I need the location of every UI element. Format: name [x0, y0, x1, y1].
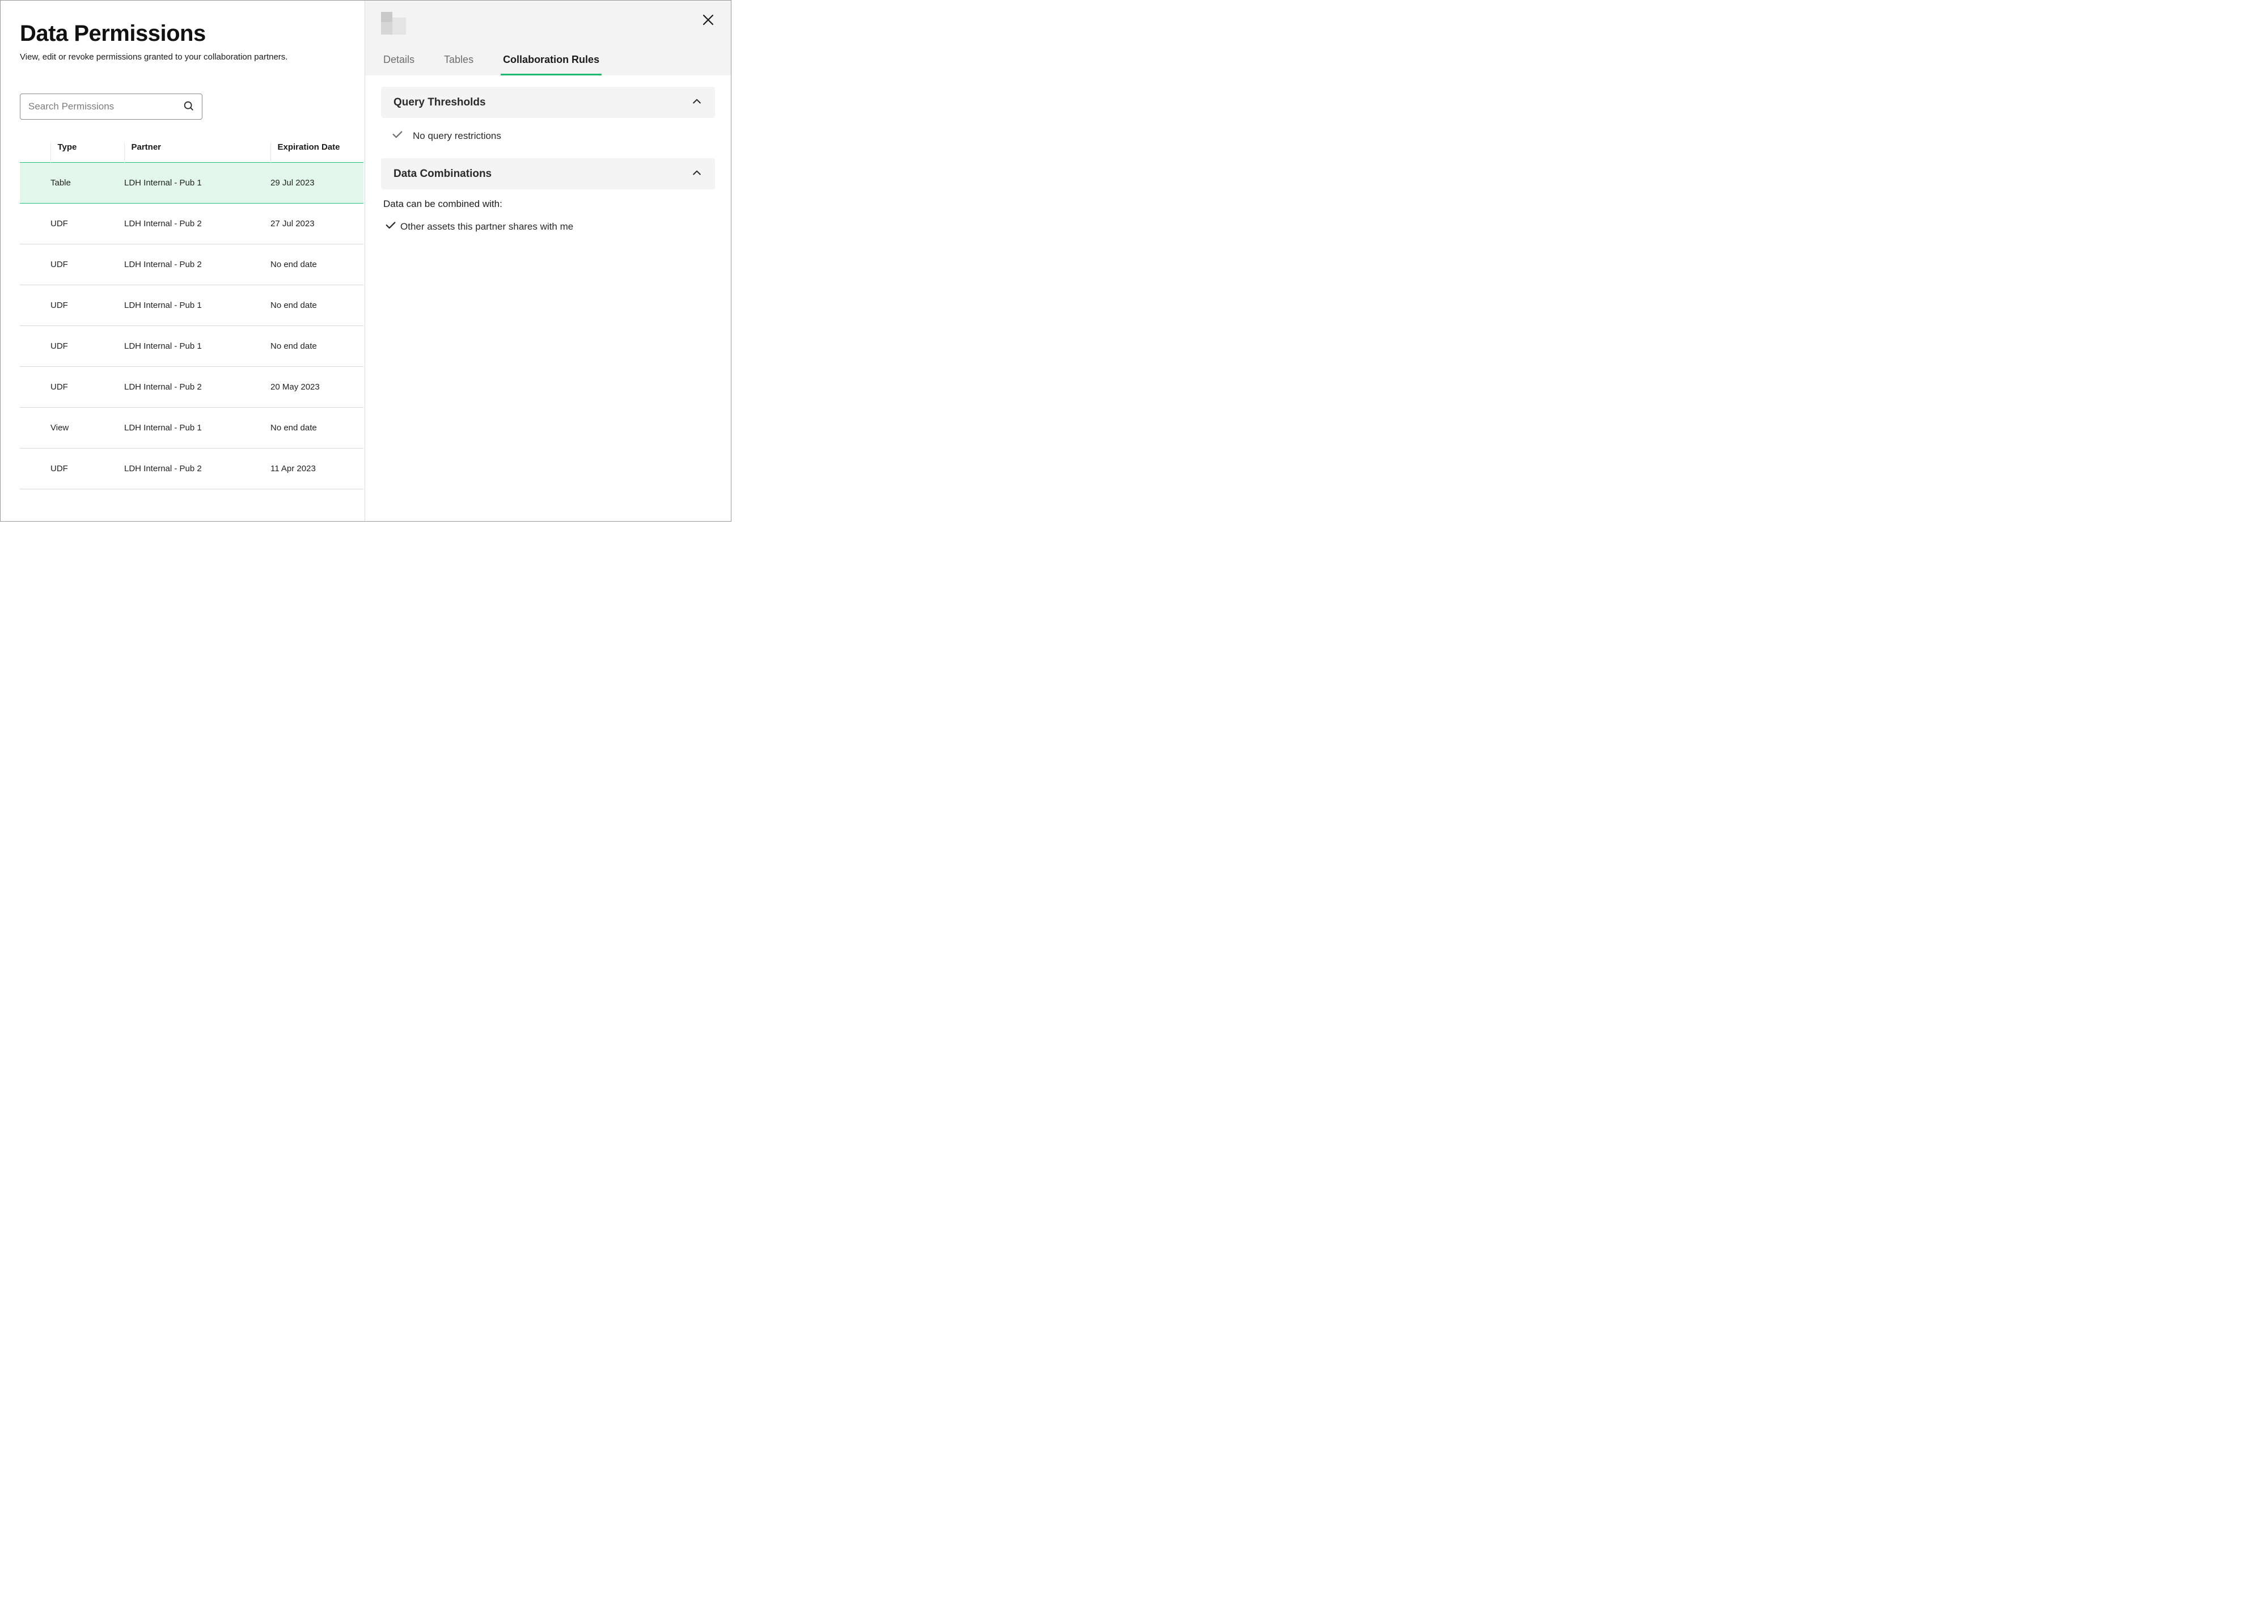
cell-partner: LDH Internal - Pub 2	[124, 204, 270, 244]
chevron-up-icon	[691, 96, 703, 109]
search-input[interactable]	[27, 100, 183, 113]
table-row[interactable]: UDFLDH Internal - Pub 227 Jul 2023	[20, 204, 363, 244]
cell-partner: LDH Internal - Pub 2	[124, 449, 270, 489]
cell-partner: LDH Internal - Pub 1	[124, 408, 270, 449]
cell-type: UDF	[50, 204, 124, 244]
permissions-pane: Data Permissions View, edit or revoke pe…	[1, 1, 365, 521]
permissions-table: Type Partner Expiration Date TableLDH In…	[20, 142, 363, 489]
panel-body: Query Thresholds No query restrictions	[365, 75, 731, 521]
cell-type: UDF	[50, 285, 124, 326]
column-header-partner[interactable]: Partner	[124, 142, 270, 163]
section-header-query-thresholds[interactable]: Query Thresholds	[381, 87, 715, 118]
cell-expiration: 20 May 2023	[270, 367, 363, 408]
asset-thumbnail	[381, 12, 406, 35]
table-row[interactable]: TableLDH Internal - Pub 129 Jul 2023	[20, 163, 363, 204]
cell-type: UDF	[50, 367, 124, 408]
check-icon	[384, 219, 397, 234]
tab-tables[interactable]: Tables	[442, 46, 476, 75]
cell-type: Table	[50, 163, 124, 204]
cell-partner: LDH Internal - Pub 2	[124, 244, 270, 285]
section-content-query-thresholds: No query restrictions	[388, 128, 715, 143]
tab-details[interactable]: Details	[381, 46, 417, 75]
cell-type: UDF	[50, 449, 124, 489]
cell-partner: LDH Internal - Pub 1	[124, 285, 270, 326]
table-header-row: Type Partner Expiration Date	[20, 142, 363, 163]
close-icon	[701, 20, 715, 28]
cell-expiration: No end date	[270, 285, 363, 326]
data-combinations-item: Other assets this partner shares with me	[384, 219, 715, 234]
cell-expiration: No end date	[270, 244, 363, 285]
section-header-data-combinations[interactable]: Data Combinations	[381, 158, 715, 189]
table-row[interactable]: UDFLDH Internal - Pub 2No end date	[20, 244, 363, 285]
search-permissions-field[interactable]	[20, 94, 202, 120]
panel-header	[365, 1, 731, 46]
app-frame: Data Permissions View, edit or revoke pe…	[0, 0, 731, 522]
data-combinations-intro: Data can be combined with:	[383, 198, 715, 210]
cell-expiration: No end date	[270, 326, 363, 367]
query-thresholds-status: No query restrictions	[413, 130, 501, 142]
panel-tabs: Details Tables Collaboration Rules	[365, 46, 731, 75]
details-panel: Details Tables Collaboration Rules Query…	[365, 1, 731, 521]
table-row[interactable]: ViewLDH Internal - Pub 1No end date	[20, 408, 363, 449]
page-subtitle: View, edit or revoke permissions granted…	[20, 52, 365, 62]
section-title-query-thresholds: Query Thresholds	[393, 96, 486, 109]
cell-expiration: 11 Apr 2023	[270, 449, 363, 489]
cell-type: UDF	[50, 326, 124, 367]
check-icon	[391, 128, 404, 143]
page-title: Data Permissions	[20, 21, 365, 46]
cell-partner: LDH Internal - Pub 1	[124, 163, 270, 204]
cell-expiration: 27 Jul 2023	[270, 204, 363, 244]
cell-partner: LDH Internal - Pub 2	[124, 367, 270, 408]
table-row[interactable]: UDFLDH Internal - Pub 1No end date	[20, 326, 363, 367]
chevron-up-icon	[691, 167, 703, 180]
column-header-expiration[interactable]: Expiration Date	[270, 142, 363, 163]
data-combinations-item-label: Other assets this partner shares with me	[400, 221, 573, 232]
table-row[interactable]: UDFLDH Internal - Pub 211 Apr 2023	[20, 449, 363, 489]
cell-expiration: 29 Jul 2023	[270, 163, 363, 204]
column-header-type[interactable]: Type	[50, 142, 124, 163]
tab-collaboration-rules[interactable]: Collaboration Rules	[501, 46, 602, 75]
section-title-data-combinations: Data Combinations	[393, 168, 492, 180]
cell-partner: LDH Internal - Pub 1	[124, 326, 270, 367]
close-button[interactable]	[700, 12, 716, 29]
search-icon	[183, 100, 195, 114]
cell-type: UDF	[50, 244, 124, 285]
cell-type: View	[50, 408, 124, 449]
table-row[interactable]: UDFLDH Internal - Pub 220 May 2023	[20, 367, 363, 408]
table-row[interactable]: UDFLDH Internal - Pub 1No end date	[20, 285, 363, 326]
cell-expiration: No end date	[270, 408, 363, 449]
